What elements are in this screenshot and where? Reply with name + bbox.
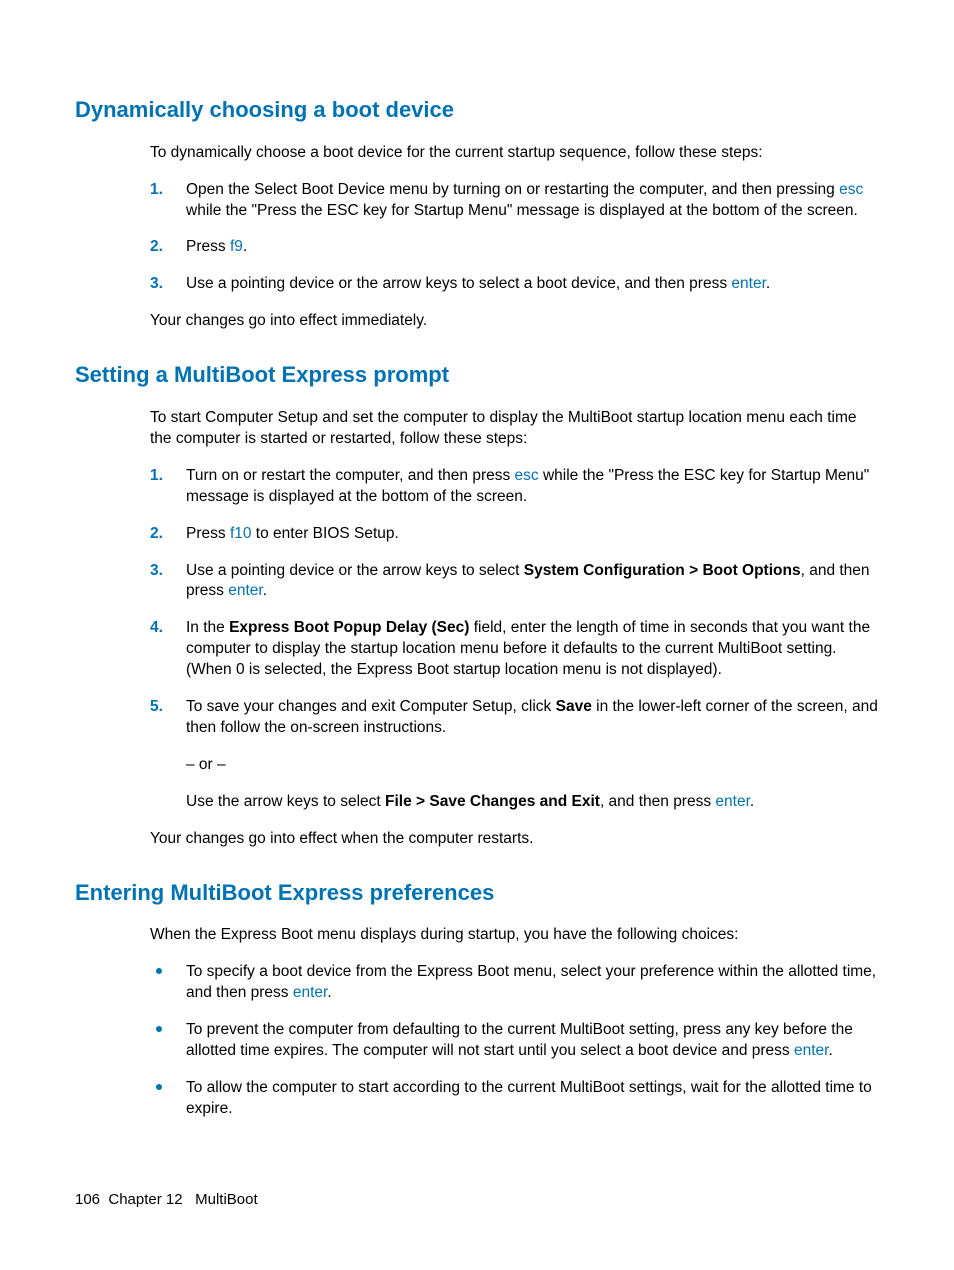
step-number: 2.: [150, 524, 163, 545]
bullet-text: To prevent the computer from defaulting …: [186, 1021, 853, 1059]
bullet-list: To specify a boot device from the Expres…: [150, 962, 879, 1120]
alt-or: – or –: [186, 755, 879, 776]
bullet-item: To prevent the computer from defaulting …: [150, 1020, 879, 1062]
bullet-item: To allow the computer to start according…: [150, 1078, 879, 1120]
section-multiboot-prefs: Entering MultiBoot Express preferences W…: [75, 878, 879, 1120]
key-enter: enter: [794, 1042, 828, 1059]
step-text: .: [766, 275, 770, 292]
bullet-text: To specify a boot device from the Expres…: [186, 963, 876, 1001]
page-number: 106: [75, 1191, 100, 1208]
heading-dynamic-boot: Dynamically choosing a boot device: [75, 95, 879, 125]
step-text: .: [750, 793, 754, 810]
page-footer: 106 Chapter 12 MultiBoot: [75, 1190, 258, 1210]
field-name: Express Boot Popup Delay (Sec): [229, 619, 469, 636]
bullet-item: To specify a boot device from the Expres…: [150, 962, 879, 1004]
step-number: 5.: [150, 697, 163, 718]
key-enter: enter: [715, 793, 749, 810]
step-text: Use a pointing device or the arrow keys …: [186, 562, 524, 579]
step-item: 1. Turn on or restart the computer, and …: [150, 466, 879, 508]
intro-text: To start Computer Setup and set the comp…: [150, 408, 879, 450]
key-enter: enter: [228, 582, 262, 599]
step-number: 2.: [150, 237, 163, 258]
step-number: 1.: [150, 180, 163, 201]
heading-multiboot-prompt: Setting a MultiBoot Express prompt: [75, 360, 879, 390]
menu-path: System Configuration > Boot Options: [524, 562, 801, 579]
step-text: Turn on or restart the computer, and the…: [186, 467, 515, 484]
ordered-steps: 1. Turn on or restart the computer, and …: [150, 466, 879, 813]
key-enter: enter: [293, 984, 327, 1001]
section-body: To start Computer Setup and set the comp…: [150, 408, 879, 850]
step-item: 4. In the Express Boot Popup Delay (Sec)…: [150, 618, 879, 681]
heading-multiboot-prefs: Entering MultiBoot Express preferences: [75, 878, 879, 908]
step-text: To save your changes and exit Computer S…: [186, 698, 556, 715]
section-body: To dynamically choose a boot device for …: [150, 143, 879, 333]
key-enter: enter: [731, 275, 765, 292]
step-text: Press: [186, 525, 230, 542]
outro-text: Your changes go into effect immediately.: [150, 311, 879, 332]
step-item: 2. Press f10 to enter BIOS Setup.: [150, 524, 879, 545]
step-item: 5. To save your changes and exit Compute…: [150, 697, 879, 813]
step-number: 4.: [150, 618, 163, 639]
step-text: Open the Select Boot Device menu by turn…: [186, 181, 839, 198]
step-item: 2. Press f9.: [150, 237, 879, 258]
alt-text: Use the arrow keys to select File > Save…: [186, 792, 879, 813]
step-number: 3.: [150, 561, 163, 582]
step-item: 3. Use a pointing device or the arrow ke…: [150, 561, 879, 603]
step-text: .: [263, 582, 267, 599]
key-esc: esc: [515, 467, 539, 484]
bullet-text: .: [828, 1042, 832, 1059]
section-multiboot-prompt: Setting a MultiBoot Express prompt To st…: [75, 360, 879, 850]
step-item: 3. Use a pointing device or the arrow ke…: [150, 274, 879, 295]
bullet-text: .: [327, 984, 331, 1001]
chapter-label: Chapter 12: [108, 1191, 182, 1208]
step-text: Press: [186, 238, 230, 255]
step-number: 3.: [150, 274, 163, 295]
intro-text: To dynamically choose a boot device for …: [150, 143, 879, 164]
key-esc: esc: [839, 181, 863, 198]
step-text: to enter BIOS Setup.: [252, 525, 399, 542]
ordered-steps: 1. Open the Select Boot Device menu by t…: [150, 180, 879, 296]
step-item: 1. Open the Select Boot Device menu by t…: [150, 180, 879, 222]
chapter-title: MultiBoot: [195, 1191, 258, 1208]
bullet-text: To allow the computer to start according…: [186, 1079, 872, 1117]
step-text: , and then press: [600, 793, 715, 810]
key-f9: f9: [230, 238, 243, 255]
intro-text: When the Express Boot menu displays duri…: [150, 925, 879, 946]
step-number: 1.: [150, 466, 163, 487]
button-name: Save: [556, 698, 592, 715]
key-f10: f10: [230, 525, 252, 542]
outro-text: Your changes go into effect when the com…: [150, 829, 879, 850]
document-page: Dynamically choosing a boot device To dy…: [0, 0, 954, 1270]
section-body: When the Express Boot menu displays duri…: [150, 925, 879, 1119]
menu-path: File > Save Changes and Exit: [385, 793, 600, 810]
step-text: In the: [186, 619, 229, 636]
step-text: Use the arrow keys to select: [186, 793, 385, 810]
step-text: Use a pointing device or the arrow keys …: [186, 275, 731, 292]
step-text: while the "Press the ESC key for Startup…: [186, 202, 858, 219]
step-text: .: [243, 238, 247, 255]
section-dynamic-boot: Dynamically choosing a boot device To dy…: [75, 95, 879, 332]
